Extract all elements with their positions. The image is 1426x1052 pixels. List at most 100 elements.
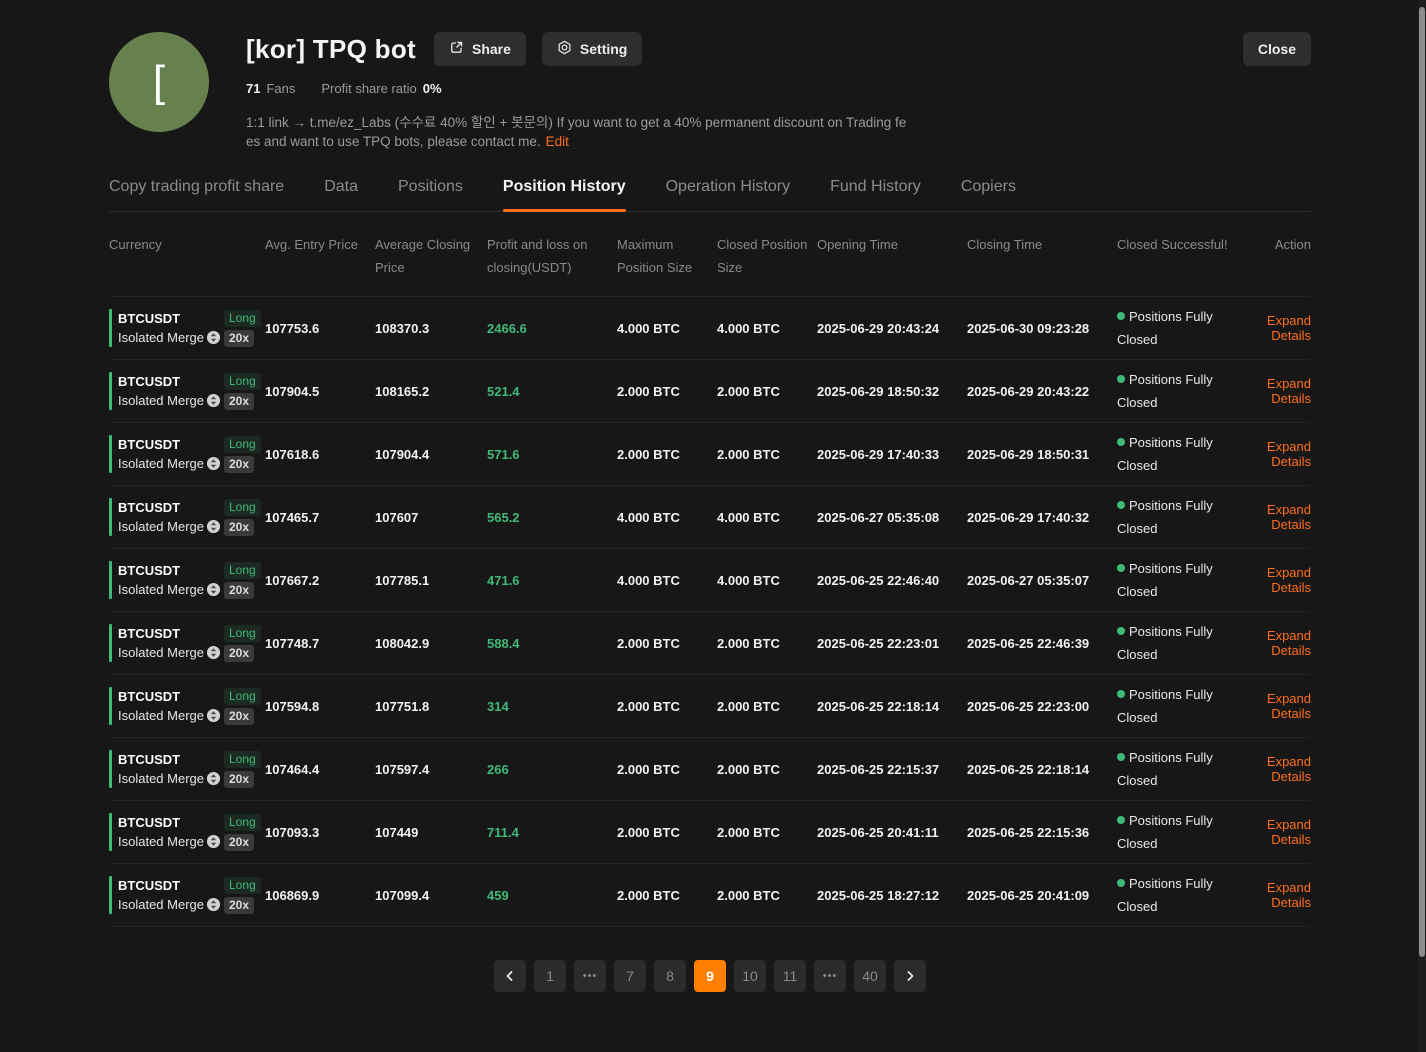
status-dot-icon bbox=[1117, 312, 1125, 320]
long-side-bar bbox=[109, 498, 112, 536]
max-position-size: 2.000 BTC bbox=[617, 762, 717, 777]
closed-position-size: 2.000 BTC bbox=[717, 384, 817, 399]
leverage-badge: 20x bbox=[224, 330, 254, 347]
tab-copy-trading-profit-share[interactable]: Copy trading profit share bbox=[109, 178, 284, 211]
scrollbar-thumb[interactable] bbox=[1419, 7, 1425, 957]
page-ellipsis[interactable]: ••• bbox=[574, 960, 606, 992]
status-cell: Positions Fully Closed bbox=[1117, 872, 1229, 918]
margin-mode-toggle-icon[interactable] bbox=[206, 834, 221, 849]
closing-time: 2025-06-29 20:43:22 bbox=[967, 384, 1117, 399]
tab-position-history[interactable]: Position History bbox=[503, 178, 626, 211]
max-position-size: 2.000 BTC bbox=[617, 447, 717, 462]
expand-details-link[interactable]: Expand Details bbox=[1267, 502, 1311, 532]
avg-entry-price: 107594.8 bbox=[265, 699, 375, 714]
max-position-size: 2.000 BTC bbox=[617, 384, 717, 399]
expand-details-link[interactable]: Expand Details bbox=[1267, 313, 1311, 343]
max-position-size: 2.000 BTC bbox=[617, 825, 717, 840]
table-row: BTCUSDT Isolated Merge Long bbox=[109, 612, 1311, 675]
opening-time: 2025-06-25 22:18:14 bbox=[817, 699, 967, 714]
page-button-1[interactable]: 1 bbox=[534, 960, 566, 992]
symbol: BTCUSDT bbox=[118, 561, 221, 580]
expand-details-link[interactable]: Expand Details bbox=[1267, 628, 1311, 658]
avg-entry-price: 107093.3 bbox=[265, 825, 375, 840]
status-cell: Positions Fully Closed bbox=[1117, 809, 1229, 855]
symbol: BTCUSDT bbox=[118, 372, 221, 391]
expand-details-link[interactable]: Expand Details bbox=[1267, 376, 1311, 406]
max-position-size: 4.000 BTC bbox=[617, 321, 717, 336]
avg-closing-price: 107785.1 bbox=[375, 573, 487, 588]
tab-positions[interactable]: Positions bbox=[398, 178, 463, 211]
opening-time: 2025-06-25 22:23:01 bbox=[817, 636, 967, 651]
chevron-right-icon bbox=[904, 970, 916, 982]
long-side-bar bbox=[109, 435, 112, 473]
page-ellipsis[interactable]: ••• bbox=[814, 960, 846, 992]
margin-mode: Isolated Merge bbox=[118, 832, 204, 851]
expand-details-link[interactable]: Expand Details bbox=[1267, 565, 1311, 595]
margin-mode-toggle-icon[interactable] bbox=[206, 645, 221, 660]
margin-mode-toggle-icon[interactable] bbox=[206, 708, 221, 723]
closing-pnl: 459 bbox=[487, 888, 617, 903]
page-button-current[interactable]: 9 bbox=[694, 960, 726, 992]
next-page-button[interactable] bbox=[894, 960, 926, 992]
side-badge: Long bbox=[224, 436, 261, 453]
margin-mode-toggle-icon[interactable] bbox=[206, 330, 221, 345]
expand-details-link[interactable]: Expand Details bbox=[1267, 439, 1311, 469]
leverage-badge: 20x bbox=[224, 771, 254, 788]
close-button[interactable]: Close bbox=[1243, 32, 1311, 66]
page-button-10[interactable]: 10 bbox=[734, 960, 766, 992]
setting-button[interactable]: Setting bbox=[542, 32, 642, 66]
gear-icon bbox=[557, 40, 572, 58]
status-text: Positions Fully Closed bbox=[1117, 435, 1213, 473]
page-button-7[interactable]: 7 bbox=[614, 960, 646, 992]
status-cell: Positions Fully Closed bbox=[1117, 431, 1229, 477]
table-body: BTCUSDT Isolated Merge Long bbox=[109, 297, 1311, 927]
scrollbar-track[interactable] bbox=[1418, 0, 1426, 1052]
margin-mode-toggle-icon[interactable] bbox=[206, 456, 221, 471]
leverage-badge: 20x bbox=[224, 519, 254, 536]
margin-mode-toggle-icon[interactable] bbox=[206, 582, 221, 597]
long-side-bar bbox=[109, 813, 112, 851]
margin-mode: Isolated Merge bbox=[118, 454, 204, 473]
closing-pnl: 565.2 bbox=[487, 510, 617, 525]
share-button[interactable]: Share bbox=[434, 32, 526, 66]
page-button-8[interactable]: 8 bbox=[654, 960, 686, 992]
expand-details-link[interactable]: Expand Details bbox=[1267, 817, 1311, 847]
table-row: BTCUSDT Isolated Merge Long bbox=[109, 675, 1311, 738]
status-cell: Positions Fully Closed bbox=[1117, 620, 1229, 666]
edit-bio-link[interactable]: Edit bbox=[546, 134, 569, 149]
margin-mode-toggle-icon[interactable] bbox=[206, 519, 221, 534]
status-cell: Positions Fully Closed bbox=[1117, 683, 1229, 729]
avg-closing-price: 107751.8 bbox=[375, 699, 487, 714]
column-header: Action bbox=[1229, 233, 1311, 279]
expand-details-link[interactable]: Expand Details bbox=[1267, 880, 1311, 910]
status-cell: Positions Fully Closed bbox=[1117, 746, 1229, 792]
margin-mode-toggle-icon[interactable] bbox=[206, 771, 221, 786]
opening-time: 2025-06-25 22:46:40 bbox=[817, 573, 967, 588]
expand-details-link[interactable]: Expand Details bbox=[1267, 754, 1311, 784]
bio-line-2: es and want to use TPQ bots, please cont… bbox=[246, 134, 541, 149]
currency-cell: BTCUSDT Isolated Merge Long bbox=[109, 624, 265, 662]
long-side-bar bbox=[109, 750, 112, 788]
closing-pnl: 471.6 bbox=[487, 573, 617, 588]
margin-mode: Isolated Merge bbox=[118, 328, 204, 347]
expand-details-link[interactable]: Expand Details bbox=[1267, 691, 1311, 721]
closing-time: 2025-06-25 22:46:39 bbox=[967, 636, 1117, 651]
margin-mode-toggle-icon[interactable] bbox=[206, 897, 221, 912]
margin-mode-toggle-icon[interactable] bbox=[206, 393, 221, 408]
column-header: Average Closing Price bbox=[375, 233, 487, 279]
fans-label: Fans bbox=[266, 81, 295, 96]
prev-page-button[interactable] bbox=[494, 960, 526, 992]
side-badge: Long bbox=[224, 688, 261, 705]
tab-copiers[interactable]: Copiers bbox=[961, 178, 1016, 211]
margin-mode: Isolated Merge bbox=[118, 706, 204, 725]
tab-data[interactable]: Data bbox=[324, 178, 358, 211]
tab-operation-history[interactable]: Operation History bbox=[666, 178, 791, 211]
table-row: BTCUSDT Isolated Merge Long bbox=[109, 486, 1311, 549]
setting-button-label: Setting bbox=[580, 41, 627, 57]
tab-fund-history[interactable]: Fund History bbox=[830, 178, 921, 211]
share-button-label: Share bbox=[472, 41, 511, 57]
max-position-size: 2.000 BTC bbox=[617, 636, 717, 651]
symbol: BTCUSDT bbox=[118, 309, 221, 328]
page-button-11[interactable]: 11 bbox=[774, 960, 806, 992]
page-button-40[interactable]: 40 bbox=[854, 960, 886, 992]
